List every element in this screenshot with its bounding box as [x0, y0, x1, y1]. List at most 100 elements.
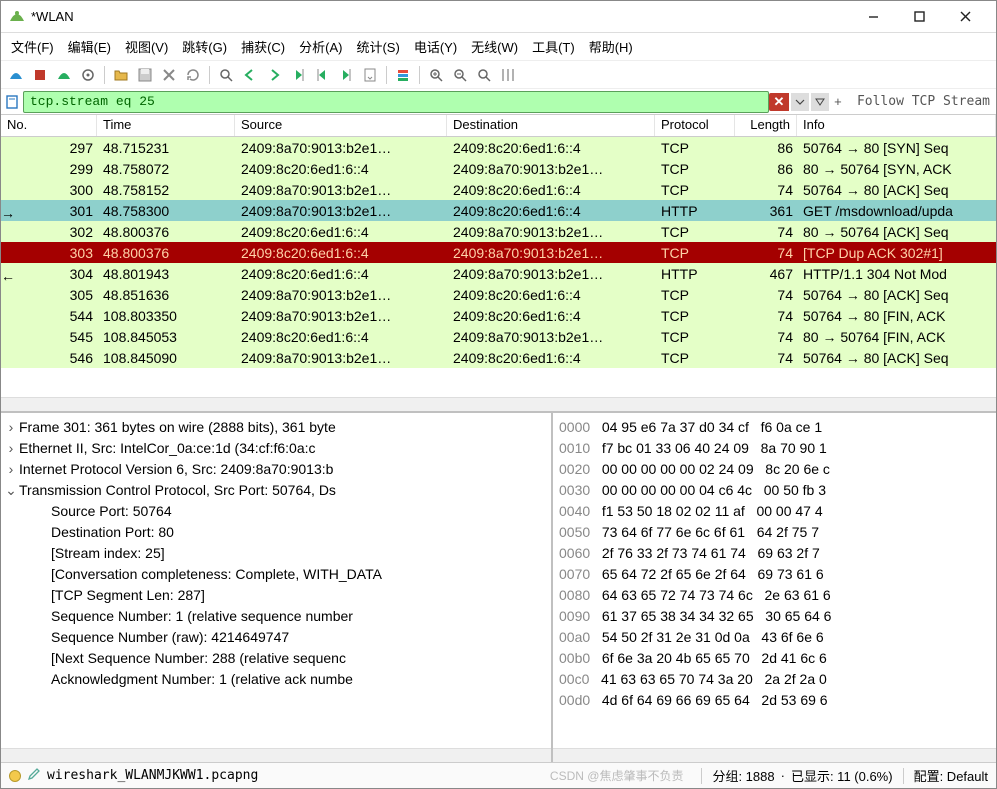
column-header-source[interactable]: Source: [235, 115, 447, 136]
clear-filter-button[interactable]: ✕: [769, 93, 789, 111]
column-header-length[interactable]: Length: [735, 115, 797, 136]
tree-item[interactable]: [TCP Segment Len: 287]: [3, 585, 549, 606]
menu-go[interactable]: 跳转(G): [182, 37, 227, 56]
display-filter-input[interactable]: tcp.stream eq 25: [23, 91, 769, 113]
menu-view[interactable]: 视图(V): [125, 37, 168, 56]
hex-row[interactable]: 0020 00 00 00 00 00 02 24 09 8c 20 6e c: [559, 459, 990, 480]
hex-row[interactable]: 0090 61 37 65 38 34 34 32 65 30 65 64 6: [559, 606, 990, 627]
menu-capture[interactable]: 捕获(C): [241, 37, 285, 56]
tree-item[interactable]: [Conversation completeness: Complete, WI…: [3, 564, 549, 585]
hex-row[interactable]: 00c0 41 63 63 65 70 74 3a 20 2a 2f 2a 0: [559, 669, 990, 690]
filter-bookmark-icon[interactable]: [1, 95, 23, 109]
hex-row[interactable]: 0050 73 64 6f 77 6e 6c 6f 61 64 2f 75 7: [559, 522, 990, 543]
resize-columns-icon[interactable]: [497, 64, 519, 86]
packet-list-body[interactable]: 29748.7152312409:8a70:9013:b2e1…2409:8c2…: [1, 137, 996, 397]
column-header-info[interactable]: Info: [797, 115, 996, 136]
hex-row[interactable]: 00b0 6f 6e 3a 20 4b 65 65 70 2d 41 6c 6: [559, 648, 990, 669]
menu-edit[interactable]: 编辑(E): [68, 37, 111, 56]
menubar: 文件(F) 编辑(E) 视图(V) 跳转(G) 捕获(C) 分析(A) 统计(S…: [1, 33, 996, 61]
maximize-button[interactable]: [896, 2, 942, 32]
menu-tools[interactable]: 工具(T): [532, 37, 575, 56]
save-file-icon[interactable]: [134, 64, 156, 86]
tree-item[interactable]: [Next Sequence Number: 288 (relative seq…: [3, 648, 549, 669]
hex-row[interactable]: 0040 f1 53 50 18 02 02 11 af 00 00 47 4: [559, 501, 990, 522]
zoom-in-icon[interactable]: [425, 64, 447, 86]
edit-capture-comment-icon[interactable]: [27, 767, 41, 784]
tree-twisty-icon[interactable]: ›: [3, 459, 19, 480]
packet-row[interactable]: 545108.8450532409:8c20:6ed1:6::42409:8a7…: [1, 326, 996, 347]
go-last-icon[interactable]: [335, 64, 357, 86]
add-filter-button[interactable]: +: [829, 93, 847, 111]
zoom-out-icon[interactable]: [449, 64, 471, 86]
menu-analyze[interactable]: 分析(A): [299, 37, 342, 56]
column-header-time[interactable]: Time: [97, 115, 235, 136]
tree-item[interactable]: ⌄Transmission Control Protocol, Src Port…: [3, 480, 549, 501]
packet-list-scrollbar[interactable]: [1, 397, 996, 411]
close-file-icon[interactable]: [158, 64, 180, 86]
hex-row[interactable]: 00d0 4d 6f 64 69 66 69 65 64 2d 53 69 6: [559, 690, 990, 711]
packet-row[interactable]: 29948.7580722409:8c20:6ed1:6::42409:8a70…: [1, 158, 996, 179]
column-header-destination[interactable]: Destination: [447, 115, 655, 136]
hex-row[interactable]: 0000 04 95 e6 7a 37 d0 34 cf f6 0a ce 1: [559, 417, 990, 438]
tree-item[interactable]: Destination Port: 80: [3, 522, 549, 543]
tree-twisty-icon[interactable]: ⌄: [3, 480, 19, 501]
tree-twisty-icon[interactable]: ›: [3, 438, 19, 459]
tree-item[interactable]: Acknowledgment Number: 1 (relative ack n…: [3, 669, 549, 690]
details-scrollbar[interactable]: [1, 748, 551, 762]
restart-capture-icon[interactable]: [53, 64, 75, 86]
menu-telephony[interactable]: 电话(Y): [414, 37, 457, 56]
zoom-reset-icon[interactable]: [473, 64, 495, 86]
packet-details-tree[interactable]: ›Frame 301: 361 bytes on wire (2888 bits…: [1, 413, 551, 748]
bytes-scrollbar[interactable]: [553, 748, 996, 762]
close-button[interactable]: [942, 2, 988, 32]
packet-row[interactable]: 30348.8003762409:8c20:6ed1:6::42409:8a70…: [1, 242, 996, 263]
packet-row[interactable]: 29748.7152312409:8a70:9013:b2e1…2409:8c2…: [1, 137, 996, 158]
tree-item[interactable]: ›Frame 301: 361 bytes on wire (2888 bits…: [3, 417, 549, 438]
tree-item[interactable]: Sequence Number: 1 (relative sequence nu…: [3, 606, 549, 627]
hex-row[interactable]: 0070 65 64 72 2f 65 6e 2f 64 69 73 61 6: [559, 564, 990, 585]
filter-history-dropdown[interactable]: [791, 93, 809, 111]
tree-twisty-icon[interactable]: ›: [3, 417, 19, 438]
stop-capture-icon[interactable]: [29, 64, 51, 86]
packet-row[interactable]: →30148.7583002409:8a70:9013:b2e1…2409:8c…: [1, 200, 996, 221]
tree-item[interactable]: ›Internet Protocol Version 6, Src: 2409:…: [3, 459, 549, 480]
hex-row[interactable]: 00a0 54 50 2f 31 2e 31 0d 0a 43 6f 6e 6: [559, 627, 990, 648]
hex-row[interactable]: 0060 2f 76 33 2f 73 74 61 74 69 63 2f 7: [559, 543, 990, 564]
go-back-icon[interactable]: [239, 64, 261, 86]
capture-options-icon[interactable]: [77, 64, 99, 86]
column-header-protocol[interactable]: Protocol: [655, 115, 735, 136]
go-forward-icon[interactable]: [263, 64, 285, 86]
tree-item[interactable]: Source Port: 50764: [3, 501, 549, 522]
follow-tcp-label[interactable]: Follow TCP Stream: [851, 94, 996, 109]
packet-row[interactable]: 30048.7581522409:8a70:9013:b2e1…2409:8c2…: [1, 179, 996, 200]
apply-filter-button[interactable]: [811, 93, 829, 111]
status-profile[interactable]: 配置: Default: [914, 766, 988, 785]
open-file-icon[interactable]: [110, 64, 132, 86]
menu-statistics[interactable]: 统计(S): [356, 37, 399, 56]
hex-dump-view[interactable]: 0000 04 95 e6 7a 37 d0 34 cf f6 0a ce 10…: [553, 413, 996, 748]
packet-row[interactable]: 544108.8033502409:8a70:9013:b2e1…2409:8c…: [1, 305, 996, 326]
menu-file[interactable]: 文件(F): [11, 37, 54, 56]
tree-item[interactable]: ›Ethernet II, Src: IntelCor_0a:ce:1d (34…: [3, 438, 549, 459]
column-header-no[interactable]: No.: [1, 115, 97, 136]
tree-item[interactable]: Sequence Number (raw): 4214649747: [3, 627, 549, 648]
packet-row[interactable]: ←30448.8019432409:8c20:6ed1:6::42409:8a7…: [1, 263, 996, 284]
reload-icon[interactable]: [182, 64, 204, 86]
packet-row[interactable]: 30248.8003762409:8c20:6ed1:6::42409:8a70…: [1, 221, 996, 242]
menu-wireless[interactable]: 无线(W): [471, 37, 518, 56]
menu-help[interactable]: 帮助(H): [589, 37, 633, 56]
packet-row[interactable]: 546108.8450902409:8a70:9013:b2e1…2409:8c…: [1, 347, 996, 368]
minimize-button[interactable]: [850, 2, 896, 32]
packet-row[interactable]: 30548.8516362409:8a70:9013:b2e1…2409:8c2…: [1, 284, 996, 305]
hex-row[interactable]: 0030 00 00 00 00 00 04 c6 4c 00 50 fb 3: [559, 480, 990, 501]
autoscroll-icon[interactable]: [359, 64, 381, 86]
start-capture-icon[interactable]: [5, 64, 27, 86]
expert-info-led-icon[interactable]: [9, 770, 21, 782]
go-first-icon[interactable]: [311, 64, 333, 86]
hex-row[interactable]: 0010 f7 bc 01 33 06 40 24 09 8a 70 90 1: [559, 438, 990, 459]
hex-row[interactable]: 0080 64 63 65 72 74 73 74 6c 2e 63 61 6: [559, 585, 990, 606]
tree-item[interactable]: [Stream index: 25]: [3, 543, 549, 564]
colorize-icon[interactable]: [392, 64, 414, 86]
go-to-packet-icon[interactable]: [287, 64, 309, 86]
find-packet-icon[interactable]: [215, 64, 237, 86]
